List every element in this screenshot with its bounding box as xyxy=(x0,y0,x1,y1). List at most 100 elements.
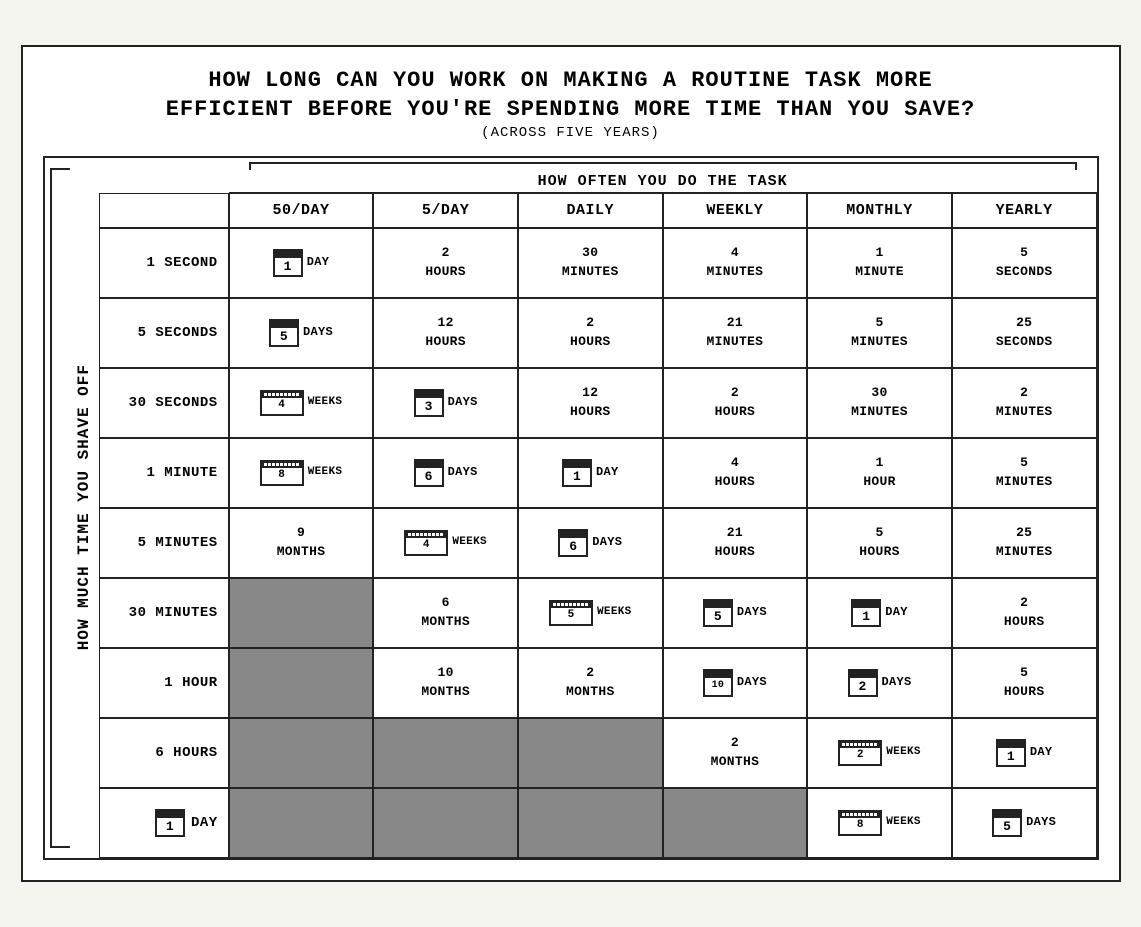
calendar-icon: 6 xyxy=(414,459,444,487)
weeks-icon: 4 xyxy=(404,530,448,556)
column-header-banner: HOW OFTEN YOU DO THE TASK xyxy=(229,158,1097,193)
cell-5-1: 6MONTHS xyxy=(373,578,518,648)
cell-0-5: 5SECONDS xyxy=(952,228,1097,298)
weeks-icon: 8 xyxy=(260,460,304,486)
data-grid: 50/DAY 5/DAY DAILY WEEKLY MONTHLY YEARLY… xyxy=(99,193,1097,858)
title-area: HOW LONG CAN YOU WORK ON MAKING A ROUTIN… xyxy=(43,67,1099,140)
row-header-6: 1 HOUR xyxy=(99,648,229,718)
cell-5-3: 5DAYS xyxy=(663,578,808,648)
cell-4-1: 4WEEKS xyxy=(373,508,518,578)
left-label-container: HOW MUCH TIME YOU SHAVE OFF xyxy=(45,158,99,858)
calendar-icon: 2 xyxy=(848,669,878,697)
cell-2-1: 3DAYS xyxy=(373,368,518,438)
cell-6-3: 10DAYS xyxy=(663,648,808,718)
row-header-2: 30 SECONDS xyxy=(99,368,229,438)
weeks-icon: 4 xyxy=(260,390,304,416)
cell-0-4: 1MINUTE xyxy=(807,228,952,298)
cell-8-4: 8WEEKS xyxy=(807,788,952,858)
col-header-5: YEARLY xyxy=(952,193,1097,228)
weeks-icon: 5 xyxy=(549,600,593,626)
row-header-7: 6 HOURS xyxy=(99,718,229,788)
cell-2-3: 2HOURS xyxy=(663,368,808,438)
col-header-1: 5/DAY xyxy=(373,193,518,228)
cell-6-5: 5HOURS xyxy=(952,648,1097,718)
table-container: HOW OFTEN YOU DO THE TASK 50/DAY 5/DAY D… xyxy=(99,158,1097,858)
calendar-icon: 1 xyxy=(851,599,881,627)
cell-8-0 xyxy=(229,788,374,858)
col-header-2: DAILY xyxy=(518,193,663,228)
row-header-5: 30 MINUTES xyxy=(99,578,229,648)
cell-7-4: 2WEEKS xyxy=(807,718,952,788)
left-bracket xyxy=(50,168,70,848)
cell-5-4: 1DAY xyxy=(807,578,952,648)
cell-0-1: 2HOURS xyxy=(373,228,518,298)
cell-6-2: 2MONTHS xyxy=(518,648,663,718)
col-header-0: 50/DAY xyxy=(229,193,374,228)
cell-1-5: 25SECONDS xyxy=(952,298,1097,368)
cell-4-2: 6DAYS xyxy=(518,508,663,578)
cell-8-5: 5DAYS xyxy=(952,788,1097,858)
cell-6-0 xyxy=(229,648,374,718)
cell-3-0: 8WEEKS xyxy=(229,438,374,508)
calendar-icon: 3 xyxy=(414,389,444,417)
header-bracket xyxy=(249,162,1077,170)
calendar-icon: 6 xyxy=(558,529,588,557)
row-header-8: 1DAY xyxy=(99,788,229,858)
how-often-label: HOW OFTEN YOU DO THE TASK xyxy=(538,173,788,190)
cell-4-3: 21HOURS xyxy=(663,508,808,578)
calendar-icon: 1 xyxy=(273,249,303,277)
cell-7-5: 1DAY xyxy=(952,718,1097,788)
calendar-icon: 5 xyxy=(992,809,1022,837)
cell-8-2 xyxy=(518,788,663,858)
cell-2-4: 30MINUTES xyxy=(807,368,952,438)
cell-1-4: 5MINUTES xyxy=(807,298,952,368)
cell-4-4: 5HOURS xyxy=(807,508,952,578)
cell-3-3: 4HOURS xyxy=(663,438,808,508)
row-header-3: 1 MINUTE xyxy=(99,438,229,508)
col-header-4: MONTHLY xyxy=(807,193,952,228)
row-header-0: 1 SECOND xyxy=(99,228,229,298)
calendar-icon: 1 xyxy=(996,739,1026,767)
col-header-3: WEEKLY xyxy=(663,193,808,228)
cell-1-2: 2HOURS xyxy=(518,298,663,368)
cell-3-2: 1DAY xyxy=(518,438,663,508)
row-header-4: 5 MINUTES xyxy=(99,508,229,578)
weeks-icon: 2 xyxy=(838,740,882,766)
row-header-1: 5 SECONDS xyxy=(99,298,229,368)
cell-7-2 xyxy=(518,718,663,788)
cell-0-2: 30MINUTES xyxy=(518,228,663,298)
cell-1-3: 21MINUTES xyxy=(663,298,808,368)
cell-2-5: 2MINUTES xyxy=(952,368,1097,438)
cell-4-0: 9MONTHS xyxy=(229,508,374,578)
cell-2-0: 4WEEKS xyxy=(229,368,374,438)
cell-5-5: 2HOURS xyxy=(952,578,1097,648)
subtitle: (ACROSS FIVE YEARS) xyxy=(43,125,1099,141)
cell-7-0 xyxy=(229,718,374,788)
cell-8-3 xyxy=(663,788,808,858)
cell-8-1 xyxy=(373,788,518,858)
cell-5-0 xyxy=(229,578,374,648)
calendar-icon: 5 xyxy=(703,599,733,627)
cell-6-1: 10MONTHS xyxy=(373,648,518,718)
cell-1-1: 12HOURS xyxy=(373,298,518,368)
corner-cell xyxy=(99,193,229,228)
main-container: HOW LONG CAN YOU WORK ON MAKING A ROUTIN… xyxy=(21,45,1121,881)
cell-3-4: 1HOUR xyxy=(807,438,952,508)
cell-0-3: 4MINUTES xyxy=(663,228,808,298)
cell-5-2: 5WEEKS xyxy=(518,578,663,648)
cell-2-2: 12HOURS xyxy=(518,368,663,438)
left-axis-label: HOW MUCH TIME YOU SHAVE OFF xyxy=(75,364,94,650)
cell-3-5: 5MINUTES xyxy=(952,438,1097,508)
cell-0-0: 1DAY xyxy=(229,228,374,298)
calendar-icon: 1 xyxy=(562,459,592,487)
cell-3-1: 6DAYS xyxy=(373,438,518,508)
main-title: HOW LONG CAN YOU WORK ON MAKING A ROUTIN… xyxy=(43,67,1099,124)
cell-7-3: 2MONTHS xyxy=(663,718,808,788)
cell-6-4: 2DAYS xyxy=(807,648,952,718)
cell-7-1 xyxy=(373,718,518,788)
weeks-icon: 8 xyxy=(838,810,882,836)
cell-1-0: 5DAYS xyxy=(229,298,374,368)
chart-outer: HOW MUCH TIME YOU SHAVE OFF HOW OFTEN YO… xyxy=(43,156,1099,860)
cell-4-5: 25MINUTES xyxy=(952,508,1097,578)
calendar-icon: 10 xyxy=(703,669,733,697)
